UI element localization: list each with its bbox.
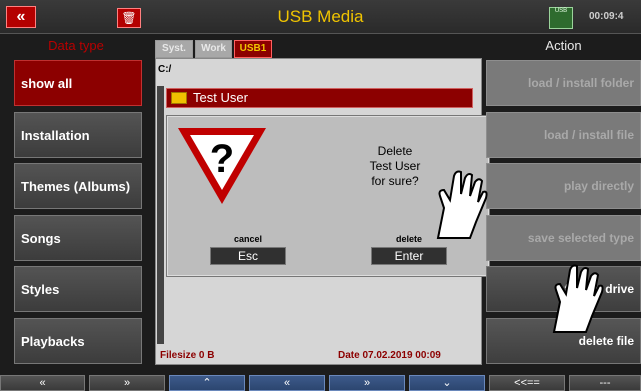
filesize-label: Filesize 0 B xyxy=(160,350,215,361)
dialog-line-1: Delete xyxy=(377,144,413,158)
scroll-top-button[interactable]: ⌃ xyxy=(169,375,245,391)
double-chevron-down-icon: » xyxy=(123,377,131,389)
clock: 00:09:4 xyxy=(589,11,624,22)
action-load-install-file[interactable]: load / install file xyxy=(486,112,641,158)
file-list-item-label: Test User xyxy=(193,90,248,105)
empty-button[interactable]: --- xyxy=(569,375,641,391)
double-chevron-down-icon: » xyxy=(363,377,371,389)
chevron-up-bar-icon: ⌃ xyxy=(202,377,212,389)
dialog-line-2: Test User xyxy=(369,159,421,173)
date-label: Date 07.02.2019 00:09 xyxy=(338,350,441,361)
back-nav-button[interactable]: <<== xyxy=(489,375,565,391)
data-type-playbacks[interactable]: Playbacks xyxy=(14,318,142,364)
scroll-down-button[interactable]: ⌄ xyxy=(409,375,485,391)
trash-button[interactable]: 🗑 xyxy=(117,8,141,28)
action-play-directly[interactable]: play directly xyxy=(486,163,641,209)
svg-text:?: ? xyxy=(210,137,234,181)
cancel-label: cancel xyxy=(233,234,263,244)
double-chevron-up-icon: « xyxy=(39,377,46,389)
folder-icon xyxy=(171,92,187,104)
page-down-button[interactable]: » xyxy=(89,375,165,391)
file-list-item-selected[interactable]: Test User xyxy=(166,88,473,108)
action-heading: Action xyxy=(545,38,582,53)
tab-work[interactable]: Work xyxy=(195,40,232,58)
dialog-message: Delete Test User for sure? xyxy=(350,144,440,189)
data-type-heading: Data type xyxy=(48,38,104,53)
question-warning-icon: ? xyxy=(178,128,266,204)
data-type-styles[interactable]: Styles xyxy=(14,266,142,312)
back-button[interactable]: « xyxy=(6,6,36,28)
page-up-button[interactable]: « xyxy=(0,375,85,391)
cancel-button[interactable]: Esc xyxy=(210,247,286,265)
pointing-hand-icon xyxy=(552,264,604,333)
scroll-page-down-button[interactable]: » xyxy=(329,375,405,391)
delete-confirm-button[interactable]: Enter xyxy=(371,247,447,265)
scroll-page-up-button[interactable]: « xyxy=(249,375,325,391)
page-title: USB Media xyxy=(277,7,364,26)
data-type-show-all[interactable]: show all xyxy=(14,60,142,106)
trash-icon: 🗑 xyxy=(121,11,137,25)
action-load-install-folder[interactable]: load / install folder xyxy=(486,60,641,106)
data-type-songs[interactable]: Songs xyxy=(14,215,142,261)
double-chevron-up-icon: « xyxy=(283,377,291,389)
scrollbar[interactable] xyxy=(157,86,164,344)
tab-system[interactable]: Syst. xyxy=(155,40,193,58)
current-path: C:/ xyxy=(158,64,172,75)
dialog-line-3: for sure? xyxy=(371,174,419,188)
chevron-down-icon: ⌄ xyxy=(442,377,452,389)
double-chevron-left-icon: « xyxy=(16,8,26,25)
action-save-selected-type[interactable]: save selected type xyxy=(486,215,641,261)
pointing-hand-icon xyxy=(436,170,488,239)
data-type-themes[interactable]: Themes (Albums) xyxy=(14,163,142,209)
data-type-installation[interactable]: Installation xyxy=(14,112,142,158)
usb-status-icon: USB xyxy=(549,7,573,29)
tab-usb1[interactable]: USB1 xyxy=(234,40,272,58)
back-arrow-icon: <<== xyxy=(514,377,540,389)
